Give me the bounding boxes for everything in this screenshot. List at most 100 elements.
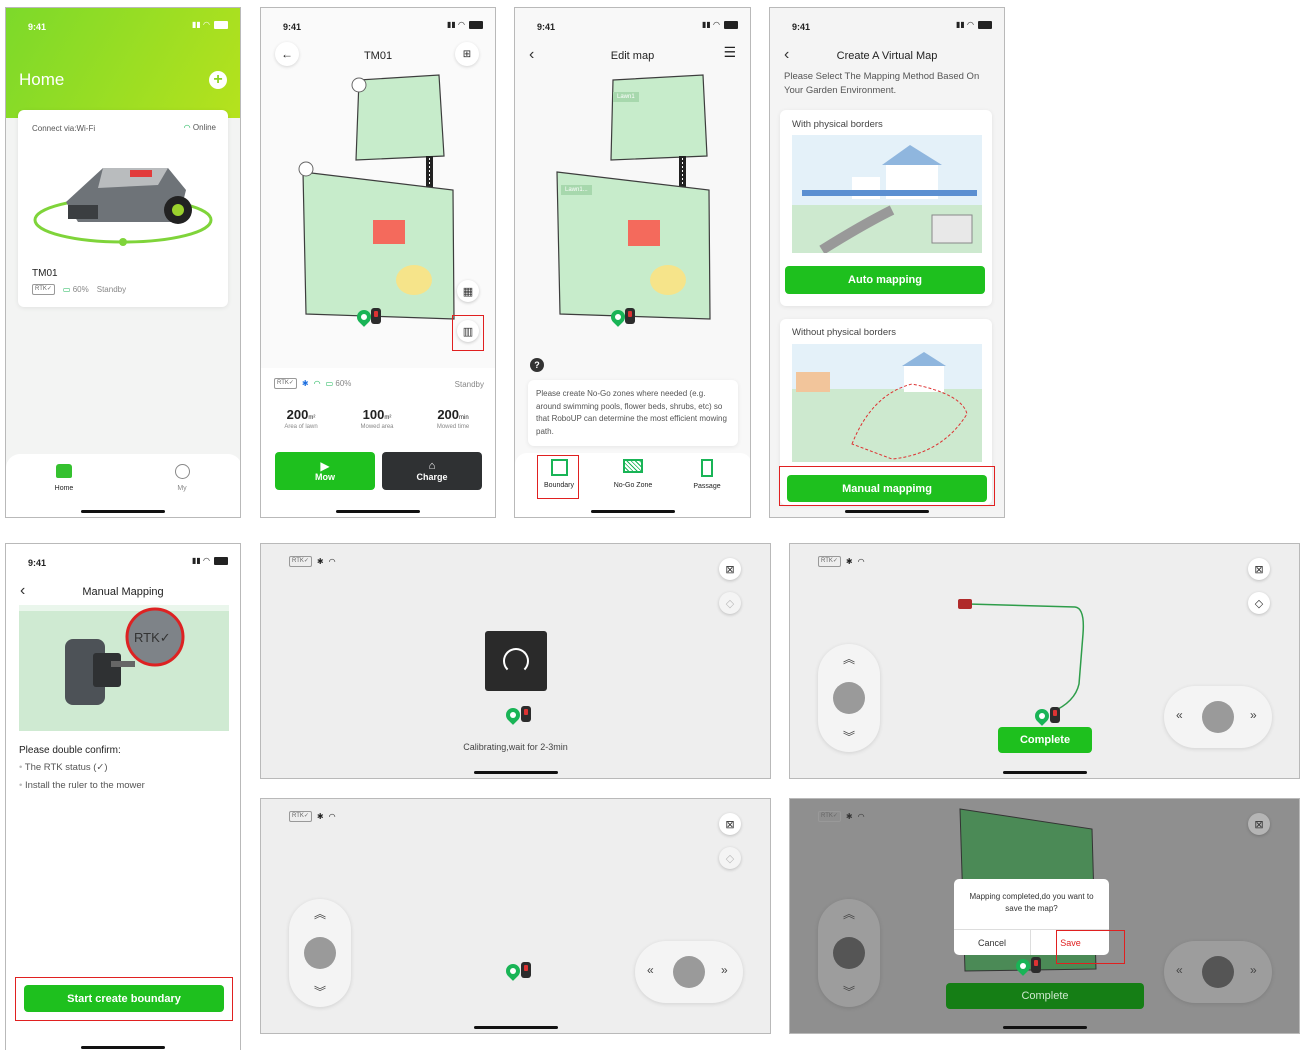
idle-joystick-screen: RTK✓ ✱ ◠ ⊠ ◇ ︽ ︾ « » xyxy=(260,798,771,1034)
battery-level: ▭ 60% xyxy=(62,285,89,294)
option-with-borders: With physical borders Auto mapping xyxy=(780,110,992,306)
mower-icon xyxy=(521,962,531,978)
joystick-knob[interactable] xyxy=(673,956,705,988)
joystick-knob[interactable] xyxy=(833,682,865,714)
menu-button[interactable]: ☰ xyxy=(723,44,736,61)
chevron-up-icon: ︽ xyxy=(314,907,327,921)
tab-bar: Home My xyxy=(6,454,240,517)
bluetooth-icon: ✱ xyxy=(301,379,309,388)
tab-my[interactable]: My xyxy=(162,464,202,492)
help-icon[interactable]: ? xyxy=(530,358,544,372)
add-device-icon[interactable]: + xyxy=(209,71,227,89)
robot-face-icon xyxy=(174,464,190,479)
calibrating-screen: RTK✓ ✱ ◠ ⊠ ◇ Calibrating,wait for 2-3min xyxy=(260,543,771,779)
chevron-down-icon: ︾ xyxy=(314,985,327,999)
highlight-edit-map xyxy=(452,315,484,351)
rtk-zoom-badge: RTK✓ xyxy=(134,630,171,645)
stat-area-value: 200 xyxy=(286,407,309,422)
exit-button[interactable]: ⊠ xyxy=(719,813,741,835)
garden-fence-illustration xyxy=(792,135,982,253)
stat-mowed-value: 100 xyxy=(362,407,385,422)
auto-mapping-button[interactable]: Auto mapping xyxy=(785,266,985,294)
charge-icon: ⌂ xyxy=(428,460,436,472)
eraser-button[interactable]: ◇ xyxy=(719,847,741,869)
lawn2-tag[interactable]: Lawn1... xyxy=(561,185,592,195)
chevron-left-icon: « xyxy=(1176,708,1183,722)
rtk-badge: RTK✓ xyxy=(289,811,312,822)
complete-button[interactable]: Complete xyxy=(946,983,1144,1009)
forward-back-joystick[interactable]: ︽ ︾ xyxy=(818,644,880,752)
confirm-item-rtk-label: The RTK status (✓) xyxy=(24,762,108,773)
joystick-knob[interactable] xyxy=(1202,701,1234,733)
mower-image xyxy=(33,168,213,246)
mower-icon xyxy=(625,308,635,324)
joystick-knob[interactable] xyxy=(1202,956,1234,988)
home-indicator xyxy=(473,771,558,774)
bluetooth-icon: ✱ xyxy=(316,557,324,566)
tab-home-label: Home xyxy=(54,485,74,492)
forward-back-joystick[interactable]: ︽ ︾ xyxy=(289,899,351,1007)
device-info-panel: RTK✓ ✱ ◠ ▭ 60% Standby 200m² Area of law… xyxy=(261,368,495,517)
home-icon xyxy=(56,464,72,478)
complete-button[interactable]: Complete xyxy=(998,727,1092,753)
home-indicator xyxy=(81,1046,165,1049)
mower-icon xyxy=(1050,707,1060,723)
eraser-button[interactable]: ◇ xyxy=(719,592,741,614)
stat-mowed: 100m² Mowed area xyxy=(347,406,407,430)
tool-nogo[interactable]: No-Go Zone xyxy=(605,459,661,489)
chevron-down-icon: ︾ xyxy=(843,985,856,999)
status-icons: ▮▮ ◠ xyxy=(447,20,483,29)
left-right-joystick[interactable]: « » xyxy=(1164,686,1272,748)
wifi-icon: ◠ xyxy=(328,812,336,821)
home-indicator xyxy=(336,510,420,513)
status-icons: ▮▮ ◠ xyxy=(192,556,228,565)
device-state: Standby xyxy=(454,380,484,389)
forward-back-joystick[interactable]: ︽ ︾ xyxy=(818,899,880,1007)
left-right-joystick[interactable]: « » xyxy=(1164,941,1272,1003)
chevron-right-icon: » xyxy=(1250,708,1257,722)
confirm-item-rtk: • The RTK status (✓) xyxy=(19,762,108,773)
device-status-row: RTK✓ ▭ 60% Standby xyxy=(32,284,126,295)
save-dialog-message: Mapping completed,do you want to save th… xyxy=(969,892,1094,913)
passage-icon xyxy=(701,459,713,477)
complete-label: Complete xyxy=(1019,734,1071,746)
cancel-button[interactable]: Cancel xyxy=(954,930,1031,955)
status-icons: ▮▮ ◠ xyxy=(192,20,228,29)
tab-home[interactable]: Home xyxy=(44,464,84,492)
mower-icon xyxy=(1031,957,1041,973)
exit-icon: ⊠ xyxy=(725,563,735,576)
manual-mapping-screen: 9:41 ▮▮ ◠ ‹ Manual Mapping RTK✓ Please d… xyxy=(5,543,241,1050)
joystick-knob[interactable] xyxy=(833,937,865,969)
open-garden-illustration xyxy=(792,344,982,462)
stat-area-unit: m² xyxy=(308,415,316,421)
home-indicator xyxy=(845,510,929,513)
device-grid-button[interactable]: ⊞ xyxy=(455,42,479,66)
joystick-knob[interactable] xyxy=(304,937,336,969)
spinner-icon xyxy=(503,648,529,674)
left-right-joystick[interactable]: « » xyxy=(635,941,743,1003)
stat-time: 200min Mowed time xyxy=(423,406,483,430)
wifi-icon: ◠ xyxy=(313,379,321,388)
exit-button[interactable]: ⊠ xyxy=(719,558,741,580)
status-icons: ▮▮ ◠ xyxy=(702,20,738,29)
online-status: ◠ Online xyxy=(184,123,216,132)
device-status-row: RTK✓ ✱ ◠ ▭ 60% xyxy=(274,378,351,389)
grid-icon: ⊞ xyxy=(462,48,472,60)
stat-mowed-unit: m² xyxy=(384,415,392,421)
rtk-badge: RTK✓ xyxy=(32,284,55,295)
lawn1-tag[interactable]: Lawn1 xyxy=(613,92,639,102)
stat-time-unit: min xyxy=(459,415,469,421)
device-map-screen: 9:41 ▮▮ ◠ ← TM01 ⊞ ▦ ▥ RTK✓ ✱ ◠ ▭ 60% St… xyxy=(260,7,496,518)
device-card[interactable]: Connect via:Wi-Fi ◠ Online TM01 RTK✓ ▭ 6… xyxy=(18,110,228,307)
mow-button[interactable]: ▶ Mow xyxy=(275,452,375,490)
status-row: RTK✓ ✱ ◠ xyxy=(289,811,336,822)
mower-icon xyxy=(521,706,531,722)
charge-button[interactable]: ⌂ Charge xyxy=(382,452,482,490)
highlight-boundary xyxy=(537,455,579,499)
tool-passage[interactable]: Passage xyxy=(685,459,729,490)
home-indicator xyxy=(590,510,675,513)
virtual-map-screen: 9:41 ▮▮ ◠ ‹ Create A Virtual Map Please … xyxy=(769,7,1005,518)
status-time: 9:41 xyxy=(283,22,302,32)
home-indicator xyxy=(81,510,165,513)
map-layers-button[interactable]: ▦ xyxy=(457,280,479,302)
